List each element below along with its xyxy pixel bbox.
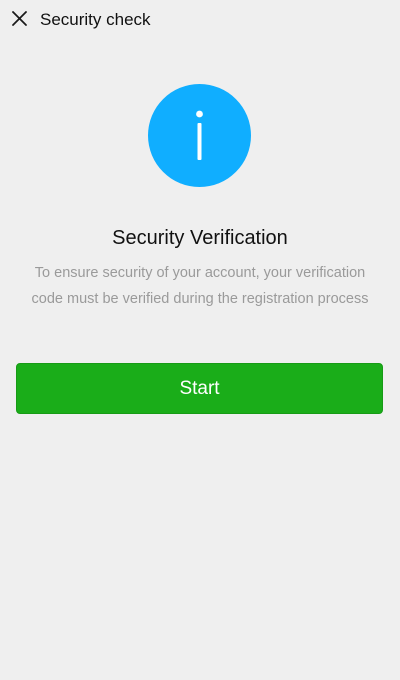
info-badge	[148, 84, 251, 187]
header-bar: Security check	[0, 0, 400, 40]
verification-description: To ensure security of your account, your…	[31, 265, 369, 307]
verification-title: Security Verification	[112, 227, 288, 249]
page-title: Security check	[40, 10, 151, 29]
info-icon	[148, 84, 251, 187]
start-button[interactable]: Start	[16, 363, 383, 414]
close-button[interactable]	[9, 7, 31, 29]
close-icon	[12, 11, 27, 26]
